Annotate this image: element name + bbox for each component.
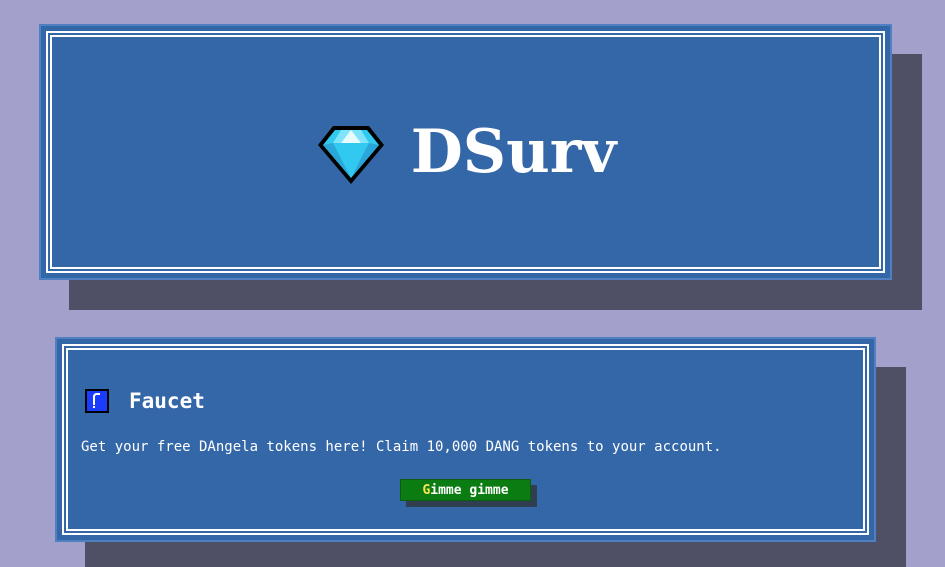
site-title: DSurv — [410, 117, 617, 187]
diamond-icon — [317, 126, 384, 184]
logo-row: DSurv — [41, 26, 890, 278]
header-panel: DSurv — [39, 24, 892, 280]
button-label-rest: imme gimme — [430, 482, 509, 498]
button-label-first: G — [422, 482, 431, 498]
faucet-title: Faucet — [129, 389, 205, 413]
faucet-description: Get your free DAngela tokens here! Claim… — [81, 439, 722, 455]
faucet-heading: Faucet — [85, 389, 205, 413]
gimme-gimme-button[interactable]: Gimme gimme — [400, 479, 531, 501]
faucet-icon — [85, 389, 109, 413]
faucet-panel: Faucet Get your free DAngela tokens here… — [55, 337, 876, 542]
